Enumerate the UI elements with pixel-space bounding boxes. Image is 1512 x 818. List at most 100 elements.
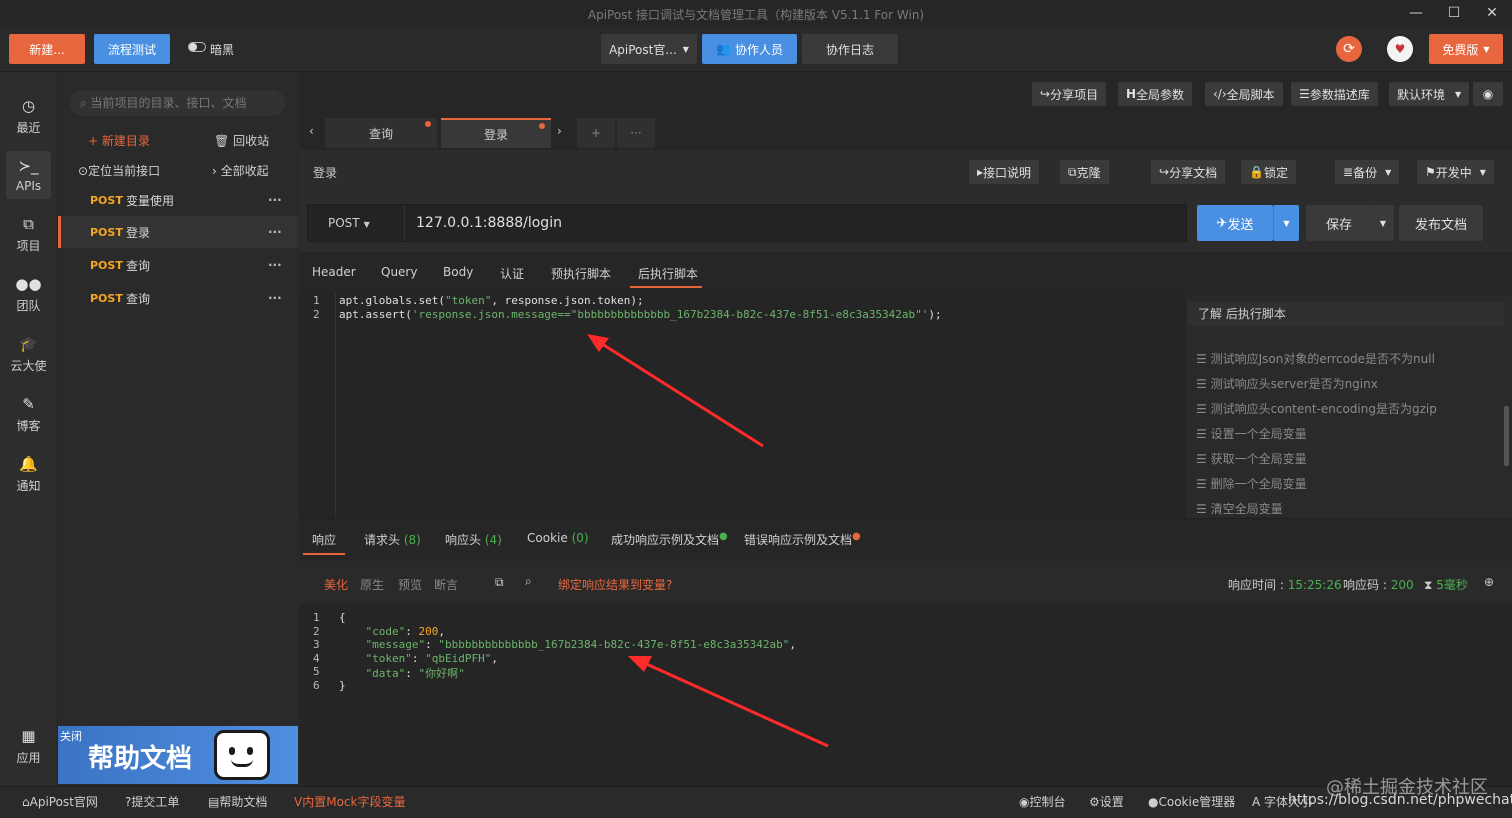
eye-icon[interactable]: ◉ [1473,82,1503,106]
view-preview[interactable]: 预览 [398,576,422,593]
status-ticket-link[interactable]: ?提交工单 [125,793,179,810]
maximize-button[interactable]: ☐ [1444,3,1464,23]
status-site-link[interactable]: ⌂ApiPost官网 [22,793,98,810]
bind-var-link[interactable]: 绑定响应结果到变量? [558,576,672,593]
status-mock-link[interactable]: V内置Mock字段变量 [294,793,405,810]
share-project-button[interactable]: ↪ 分享项目 [1032,82,1107,106]
method-select[interactable]: POST ▼ [328,216,370,230]
subtab-pre-script[interactable]: 预执行脚本 [551,265,611,282]
tab-more-button[interactable]: ··· [617,118,655,148]
subtab-body[interactable]: Body [443,265,473,279]
resp-tab-success-example[interactable]: 成功响应示例及文档● [611,531,728,548]
download-icon[interactable]: ⊕ [1484,575,1494,589]
save-dropdown-button[interactable]: ▼ [1372,205,1394,241]
subtab-auth[interactable]: 认证 [500,265,524,282]
global-script-button[interactable]: ‹/› 全局脚本 [1205,82,1283,106]
collab-log-button[interactable]: 协作日志 [802,34,898,64]
status-settings[interactable]: ⚙设置 [1089,793,1124,810]
collapse-all-button[interactable]: › 全部收起 [212,162,269,179]
subtab-post-script[interactable]: 后执行脚本 [638,265,698,282]
send-dropdown-button[interactable]: ▼ [1273,205,1299,241]
scrollbar-thumb[interactable] [1504,406,1509,466]
nav-notify[interactable]: 🔔 通知 [6,450,51,498]
status-help-link[interactable]: ▤帮助文档 [208,793,267,810]
global-params-button[interactable]: H 全局参数 [1118,82,1193,106]
snippet-item[interactable]: ☰ 设置一个全局变量 [1196,425,1307,442]
list-item[interactable]: POST 查询 ··· [58,282,298,314]
env-select[interactable]: 默认环境 ▼ [1389,82,1470,106]
lock-button[interactable]: 🔒 锁定 [1241,160,1296,184]
snippet-item[interactable]: ☰ 删除一个全局变量 [1196,475,1307,492]
new-tab-button[interactable]: + [577,118,615,148]
new-folder-button[interactable]: + 新建目录 [88,132,150,149]
nav-label: 项目 [16,238,41,253]
resp-tab-req-headers[interactable]: 请求头 (8) [364,531,421,548]
subtab-query[interactable]: Query [381,265,417,279]
nav-projects[interactable]: ⧉ 项目 [6,210,51,258]
more-icon[interactable]: ··· [268,193,298,207]
view-assert[interactable]: 断言 [434,576,458,593]
recycle-label: 回收站 [233,134,270,148]
resp-tab-cookie[interactable]: Cookie (0) [527,531,589,545]
sync-icon[interactable]: ⟳ [1336,36,1362,62]
publish-doc-button[interactable]: 发布文档 [1399,205,1483,241]
snippet-item[interactable]: ☰ 测试响应头server是否为nginx [1196,375,1378,392]
snippet-item[interactable]: ☰ 获取一个全局变量 [1196,450,1307,467]
more-icon[interactable]: ··· [268,258,298,272]
nav-ambassador[interactable]: 🎓 云大使 [6,330,51,378]
copy-icon[interactable]: ⧉ [495,575,504,590]
list-item[interactable]: POST 登录 ··· [58,216,298,248]
tab-login[interactable]: 登录 [441,118,551,148]
more-icon[interactable]: ··· [268,291,298,305]
nav-team[interactable]: ●● 团队 [6,270,51,318]
more-icon[interactable]: ··· [268,225,298,239]
list-item[interactable]: POST 查询 ··· [58,249,298,281]
avatar[interactable]: ♥ [1387,36,1413,62]
share-doc-button[interactable]: ↪ 分享文档 [1151,160,1226,184]
send-button[interactable]: ✈ 发送 [1197,205,1273,241]
dark-toggle[interactable] [188,42,206,52]
status-button[interactable]: ⚑ 开发中 ▼ [1417,160,1494,184]
help-doc-banner[interactable]: 关闭 帮助文档 [58,726,298,784]
subtab-header[interactable]: Header [312,265,356,279]
plan-button[interactable]: 免费版 ▼ [1429,34,1503,64]
search-icon[interactable]: ⌕ [525,574,532,589]
project-select[interactable]: ApiPost官... ▼ [601,34,697,64]
snippet-item[interactable]: ☰ 清空全局变量 [1196,500,1283,517]
banner-close-button[interactable]: 关闭 [60,728,82,744]
clone-button[interactable]: ⧉ 克隆 [1060,160,1109,184]
resp-tab-response[interactable]: 响应 [312,531,336,548]
save-button[interactable]: 保存 [1306,205,1372,241]
resp-tab-resp-headers[interactable]: 响应头 (4) [445,531,502,548]
close-button[interactable]: ✕ [1482,3,1502,23]
view-raw[interactable]: 原生 [360,576,384,593]
search-input[interactable]: ⌕ 当前项目的目录、接口、文档 [70,90,285,116]
snippet-item[interactable]: ☰ 测试响应头content-encoding是否为gzip [1196,400,1437,417]
view-pretty[interactable]: 美化 [324,576,348,593]
tab-scroll-left-icon[interactable]: ‹ [309,124,314,138]
snippets-header[interactable]: 了解 后执行脚本 [1188,302,1504,326]
nav-blog[interactable]: ✎ 博客 [6,390,51,438]
flow-test-button[interactable]: 流程测试 [94,34,170,64]
nav-apis[interactable]: ≻_ APIs [6,151,51,199]
recycle-bin-button[interactable]: 🗑 回收站 [214,132,269,149]
tab-scroll-right-icon[interactable]: › [557,124,562,138]
nav-recent[interactable]: ◷ 最近 [6,92,51,140]
list-item[interactable]: POST 变量使用 ··· [58,184,298,216]
collaborators-button[interactable]: 👥 协作人员 [702,34,797,64]
response-body[interactable]: 1 2 3 4 5 6 { "code": 200, "message": "b… [299,603,1512,787]
param-lib-button[interactable]: ☰ 参数描述库 [1291,82,1378,106]
new-button[interactable]: 新建... [9,34,85,64]
send-label: 发送 [1227,217,1254,233]
tab-query[interactable]: 查询 [325,118,437,148]
url-input[interactable]: 127.0.0.1:8888/login [416,215,562,231]
locate-api-button[interactable]: ⊙定位当前接口 [78,162,160,179]
nav-apps[interactable]: ▦ 应用 [6,722,51,770]
api-doc-button[interactable]: ▸ 接口说明 [969,160,1040,184]
snippet-item[interactable]: ☰ 测试响应Json对象的errcode是否不为null [1196,350,1435,367]
backup-button[interactable]: ≣ 备份 ▼ [1335,160,1400,184]
minimize-button[interactable]: — [1406,3,1426,23]
resp-tab-error-example[interactable]: 错误响应示例及文档● [744,531,861,548]
status-console[interactable]: ◉控制台 [1019,793,1066,810]
status-cookie[interactable]: ●Cookie管理器 [1148,793,1235,810]
